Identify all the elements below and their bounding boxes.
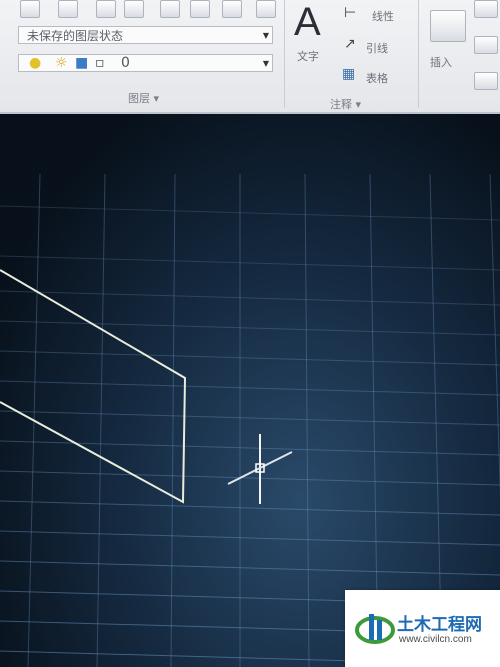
panel-separator [418, 0, 419, 108]
layer-match-button[interactable] [190, 0, 210, 18]
annotation-panel-label: 注释 [330, 98, 352, 111]
chevron-down-icon: ▾ [355, 98, 362, 111]
grid-line [0, 320, 500, 336]
text-icon[interactable]: A [294, 0, 321, 45]
ribbon-toolbar: 未保存的图层状态 ▼ ● ☼ ■ ▫ 0 ▼ 图层 ▾ A 文字 ⊢ 线性 ↗ … [0, 0, 500, 114]
layer-properties-button[interactable] [20, 0, 40, 18]
layer-state-combo[interactable]: 未保存的图层状态 ▼ [18, 26, 273, 44]
linear-dimension-label[interactable]: 线性 [372, 8, 394, 24]
watermark-title: 土木工程网 [397, 615, 482, 635]
layer-name-text-icon: 0 [121, 55, 130, 71]
create-block-button[interactable] [474, 0, 498, 18]
linear-dimension-icon: ⊢ [344, 5, 357, 21]
crosshair-cursor [227, 434, 293, 504]
chevron-down-icon: ▼ [262, 59, 269, 68]
chevron-down-icon: ▾ [153, 92, 160, 105]
current-layer-combo[interactable]: ● ☼ ■ ▫ 0 ▼ [18, 54, 273, 72]
leader-icon: ↗ [344, 36, 356, 52]
layer-panel-title[interactable]: 图层 ▾ [128, 90, 159, 106]
insert-block-icon[interactable] [430, 10, 466, 42]
drawn-geometry[interactable] [0, 269, 187, 504]
table-icon: ▦ [342, 66, 356, 82]
table-label[interactable]: 表格 [366, 70, 388, 86]
block-attribute-button[interactable] [474, 72, 498, 90]
status-bar [0, 612, 100, 640]
edit-block-button[interactable] [474, 36, 498, 54]
leader-label[interactable]: 引线 [366, 40, 388, 56]
canvas-svg [0, 173, 500, 667]
grid-line [0, 255, 500, 271]
grid-line [0, 290, 500, 306]
layer-lock-button[interactable] [160, 0, 180, 18]
layer-merge-button[interactable] [256, 0, 276, 18]
text-button-label: 文字 [297, 50, 319, 63]
layer-state-value: 未保存的图层状态 [27, 29, 124, 43]
site-watermark: 土木工程网 www.civilcn.com [345, 590, 500, 667]
grid-line [304, 173, 310, 667]
grid-line [0, 560, 500, 576]
insert-label[interactable]: 插入 [430, 54, 452, 70]
color-swatch-icon: ▫ [95, 55, 105, 71]
grid-line [170, 173, 176, 667]
grid-line [0, 530, 500, 546]
panel-separator [284, 0, 285, 108]
layer-panel-label: 图层 [128, 92, 150, 105]
lightbulb-icon: ● [29, 55, 42, 71]
grid-line [96, 173, 106, 667]
sun-icon: ☼ [55, 55, 68, 71]
layer-isolate-button[interactable] [96, 0, 116, 18]
grid-line [0, 380, 500, 396]
layer-off-button[interactable] [58, 0, 78, 18]
grid-line [0, 350, 500, 366]
grid-line [0, 410, 500, 426]
polyline-shape [0, 269, 187, 504]
grid-line [0, 205, 500, 221]
chevron-down-icon: ▼ [262, 31, 269, 40]
drawing-canvas[interactable] [0, 114, 500, 667]
layer-freeze-button[interactable] [124, 0, 144, 18]
site-logo-icon [355, 614, 395, 644]
lock-icon: ■ [75, 55, 89, 71]
annotation-panel-title[interactable]: 注释 ▾ [330, 96, 361, 112]
layer-walk-button[interactable] [222, 0, 242, 18]
watermark-url: www.civilcn.com [399, 634, 472, 645]
grid-line [0, 500, 500, 516]
